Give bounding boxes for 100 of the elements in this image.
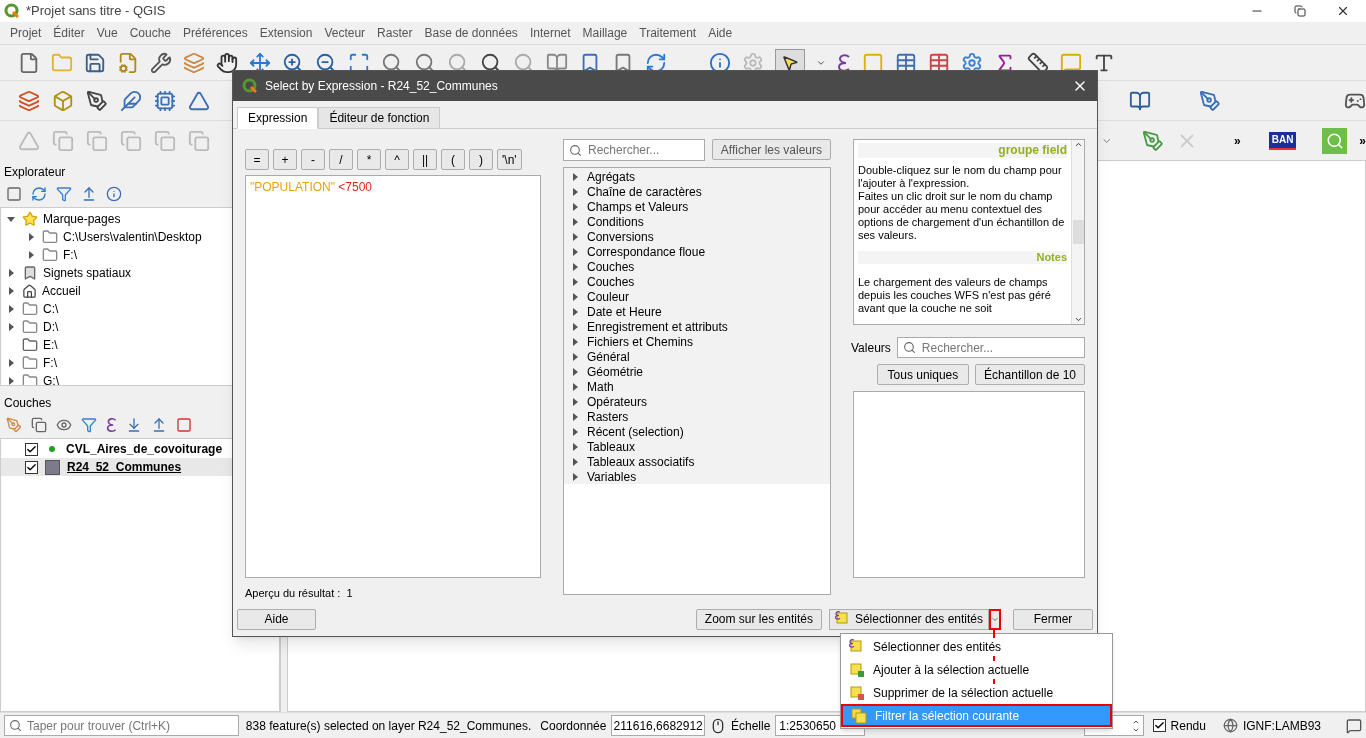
menu-item[interactable]: Internet	[523, 24, 577, 42]
logo-badge[interactable]: BAN	[1268, 131, 1297, 150]
collapsed-arrow-icon[interactable]	[7, 359, 15, 367]
operator-button[interactable]: )	[469, 149, 493, 170]
operator-button[interactable]: ^	[385, 149, 409, 170]
new-file-icon[interactable]	[18, 51, 40, 74]
help-button[interactable]: Aide	[237, 608, 316, 630]
layer-name[interactable]: R24_52_Communes	[67, 458, 182, 476]
menu-item[interactable]: Préférences	[177, 24, 254, 42]
tree-item[interactable]: F:\	[43, 354, 57, 372]
menu-item[interactable]: Aide	[702, 24, 739, 42]
overflow-chevron[interactable]: »	[1234, 131, 1241, 150]
operator-button[interactable]: (	[441, 149, 465, 170]
filter-icon[interactable]	[81, 417, 97, 433]
tree-item[interactable]: F:\	[63, 246, 77, 264]
menu-item[interactable]: Projet	[4, 24, 48, 42]
info-icon[interactable]	[106, 186, 122, 202]
checkbox[interactable]	[1152, 719, 1166, 732]
tree-item[interactable]: G:\	[43, 372, 59, 385]
function-group[interactable]: Agrégats	[587, 167, 636, 186]
tab[interactable]: Expression	[237, 107, 319, 129]
collapsed-arrow-icon[interactable]	[27, 251, 35, 259]
operator-button[interactable]: '\n'	[497, 149, 522, 170]
values-button[interactable]: Échantillon de 10	[974, 364, 1085, 385]
menu-item[interactable]: Base de données	[418, 24, 524, 42]
menu-item[interactable]: Éditer	[47, 24, 91, 42]
operator-button[interactable]: =	[245, 149, 269, 170]
triangle-icon[interactable]	[188, 89, 210, 112]
feather-icon[interactable]	[120, 89, 142, 112]
save-icon[interactable]	[84, 51, 106, 74]
add-icon[interactable]	[6, 186, 22, 202]
globe-icon[interactable]	[1222, 718, 1238, 733]
show-values-button[interactable]: Afficher les valeurs	[711, 139, 831, 160]
menu-item[interactable]: Vecteur	[318, 24, 372, 42]
operator-button[interactable]: +	[273, 149, 297, 170]
values-search-field[interactable]: Rechercher...	[896, 337, 1085, 358]
cube-icon[interactable]	[52, 89, 74, 112]
crs-button[interactable]: IGNF:LAMB93	[1242, 716, 1321, 735]
layers-icon[interactable]	[18, 89, 40, 112]
collapsed-arrow-icon[interactable]	[7, 305, 15, 313]
tree-item[interactable]: C:\Users\valentin\Desktop	[63, 228, 202, 246]
collapsed-arrow-icon[interactable]	[27, 233, 35, 241]
operator-button[interactable]: /	[329, 149, 353, 170]
operator-button[interactable]: -	[301, 149, 325, 170]
function-search-field[interactable]: Rechercher...	[563, 139, 705, 161]
menu-item[interactable]: Vue	[90, 24, 124, 42]
layer-name[interactable]: CVL_Aires_de_covoiturage	[66, 440, 223, 458]
tree-item[interactable]: E:\	[43, 336, 58, 354]
menu-item[interactable]: Sélectionner des entités	[841, 635, 1112, 658]
locator-search-field[interactable]: Taper pour trouver (Ctrl+K)	[4, 715, 239, 736]
menu-item[interactable]: Ajouter à la sélection actuelle	[841, 658, 1112, 681]
dropdown-button[interactable]	[989, 608, 1001, 630]
collapsed-arrow-icon[interactable]	[7, 287, 15, 295]
epsilon-icon[interactable]	[106, 417, 118, 433]
operator-button[interactable]: *	[357, 149, 381, 170]
scroll-down-icon[interactable]	[1073, 315, 1083, 324]
expanded-arrow-icon[interactable]	[7, 215, 15, 223]
epsilon-icon[interactable]	[837, 52, 851, 73]
values-button[interactable]: Tous uniques	[876, 364, 969, 385]
checkbox[interactable]	[25, 442, 38, 456]
expression-editor[interactable]: "POPULATION" <7500	[245, 175, 541, 578]
menu-item[interactable]: Traitement	[633, 24, 703, 42]
checkbox[interactable]	[25, 460, 38, 474]
tree-item[interactable]: D:\	[43, 318, 59, 336]
filter-icon[interactable]	[56, 186, 72, 202]
menu-item[interactable]: Couche	[123, 24, 177, 42]
help-book-icon[interactable]	[1128, 89, 1151, 112]
scrollbar-thumb[interactable]	[1072, 220, 1084, 244]
tree-item[interactable]: C:\	[43, 300, 59, 318]
collapsed-arrow-icon[interactable]	[7, 377, 15, 385]
collapsed-arrow-icon[interactable]	[7, 269, 15, 277]
overflow-chevron[interactable]: »	[1359, 131, 1366, 150]
menu-item[interactable]: Extension	[253, 24, 319, 42]
tab[interactable]: Éditeur de fonction	[318, 107, 441, 129]
tree-item[interactable]: Signets spatiaux	[43, 264, 132, 282]
restore-icon[interactable]	[1294, 5, 1306, 17]
select-features-button[interactable]: Sélectionner des entités	[828, 608, 989, 630]
tree-item[interactable]: Marque-pages	[43, 210, 121, 228]
menu-item[interactable]: Raster	[371, 24, 419, 42]
pan-icon[interactable]	[216, 51, 238, 74]
tree-item[interactable]: Accueil	[42, 282, 81, 300]
copy-icon[interactable]	[31, 417, 47, 433]
remove-icon[interactable]	[176, 417, 193, 433]
refresh-icon[interactable]	[31, 186, 47, 202]
coordinate-field[interactable]: 211616,6682912	[611, 715, 705, 736]
collapsed-arrow-icon[interactable]	[7, 323, 15, 331]
scroll-up-icon[interactable]	[1073, 140, 1083, 149]
scrollbar[interactable]	[1071, 140, 1084, 324]
operator-button[interactable]: ||	[413, 149, 437, 170]
chip-icon[interactable]	[154, 89, 176, 112]
render-label[interactable]: Rendu	[1170, 716, 1206, 735]
wrench-icon[interactable]	[150, 51, 172, 74]
close-icon[interactable]	[1336, 4, 1350, 18]
close-button[interactable]: Fermer	[1013, 608, 1093, 630]
eye-icon[interactable]	[56, 417, 72, 433]
menu-item[interactable]: Maillage	[576, 24, 634, 42]
zoom-button[interactable]: Zoom sur les entités	[695, 608, 822, 630]
collapse-icon[interactable]	[81, 186, 97, 202]
file-settings-icon[interactable]	[117, 51, 139, 74]
message-icon[interactable]	[1346, 717, 1362, 734]
